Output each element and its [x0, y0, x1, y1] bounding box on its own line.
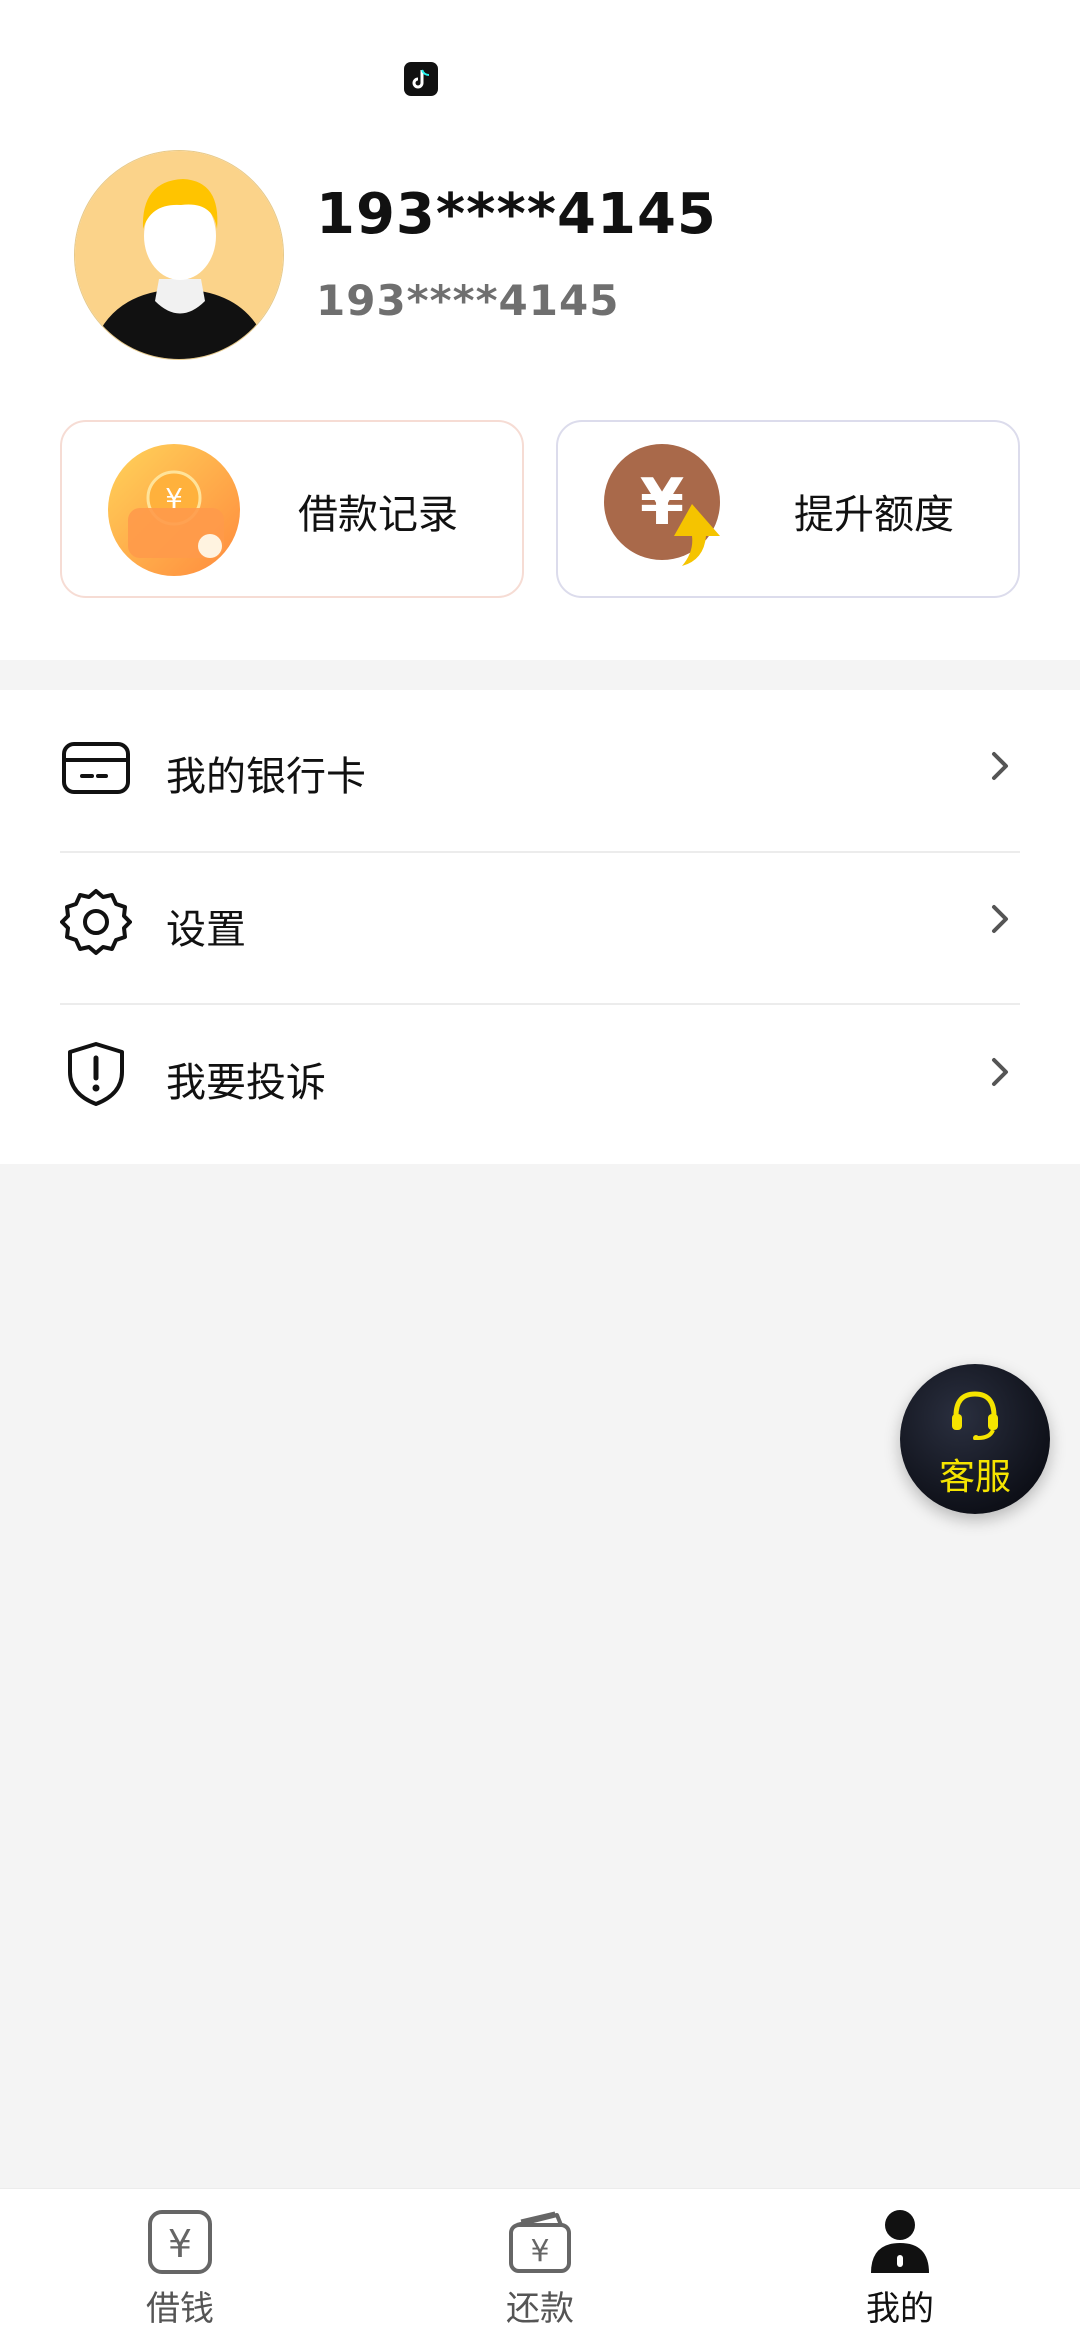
user-phone-title: 193****4145 — [316, 182, 717, 247]
tab-mine[interactable]: 我的 — [720, 2189, 1080, 2341]
svg-text:¥: ¥ — [640, 466, 685, 540]
raise-limit-label: 提升额度 — [794, 492, 954, 538]
person-icon — [865, 2207, 935, 2277]
tab-label: 我的 — [866, 2289, 934, 2329]
settings-menu: 我的银行卡 设置 我要投诉 — [0, 690, 1080, 1164]
chevron-right-icon — [980, 1052, 1020, 1092]
tab-borrow[interactable]: ¥ 借钱 — [0, 2189, 360, 2341]
svg-text:¥: ¥ — [530, 2234, 549, 2269]
tab-label: 还款 — [506, 2289, 574, 2329]
tab-label: 借钱 — [146, 2289, 214, 2329]
wallet-yuan-icon: ¥ — [505, 2207, 575, 2277]
chevron-right-icon — [980, 899, 1020, 939]
menu-item-label: 设置 — [166, 907, 246, 953]
profile-header: 193****4145 193****4145 ¥ 借款记录 ¥ 提升额度 — [0, 0, 1080, 660]
customer-service-button[interactable]: 客服 — [900, 1364, 1050, 1514]
yuan-arrow-up-icon: ¥ — [602, 442, 742, 582]
bottom-tab-bar: ¥ 借钱 ¥ 还款 我的 — [0, 2188, 1080, 2341]
menu-item-bank-card[interactable]: 我的银行卡 — [0, 690, 1080, 842]
shield-alert-icon — [60, 1038, 132, 1110]
menu-item-label: 我要投诉 — [166, 1060, 326, 1106]
yuan-box-icon: ¥ — [145, 2207, 215, 2277]
avatar[interactable] — [74, 150, 284, 360]
tab-repay[interactable]: ¥ 还款 — [360, 2189, 720, 2341]
user-phone-subtitle: 193****4145 — [316, 276, 620, 325]
customer-service-label: 客服 — [938, 1457, 1011, 1498]
bank-card-icon — [60, 732, 132, 804]
tiktok-notification-icon — [404, 62, 438, 96]
wallet-coin-icon: ¥ — [106, 442, 246, 582]
loan-records-label: 借款记录 — [298, 492, 458, 538]
gear-icon — [60, 885, 132, 957]
menu-item-label: 我的银行卡 — [166, 754, 366, 800]
menu-item-settings[interactable]: 设置 — [0, 843, 1080, 995]
headset-icon — [948, 1386, 1002, 1441]
menu-item-complaint[interactable]: 我要投诉 — [0, 996, 1080, 1148]
raise-limit-card[interactable]: ¥ 提升额度 — [556, 420, 1020, 598]
svg-text:¥: ¥ — [168, 2222, 192, 2266]
chevron-right-icon — [980, 746, 1020, 786]
loan-records-card[interactable]: ¥ 借款记录 — [60, 420, 524, 598]
